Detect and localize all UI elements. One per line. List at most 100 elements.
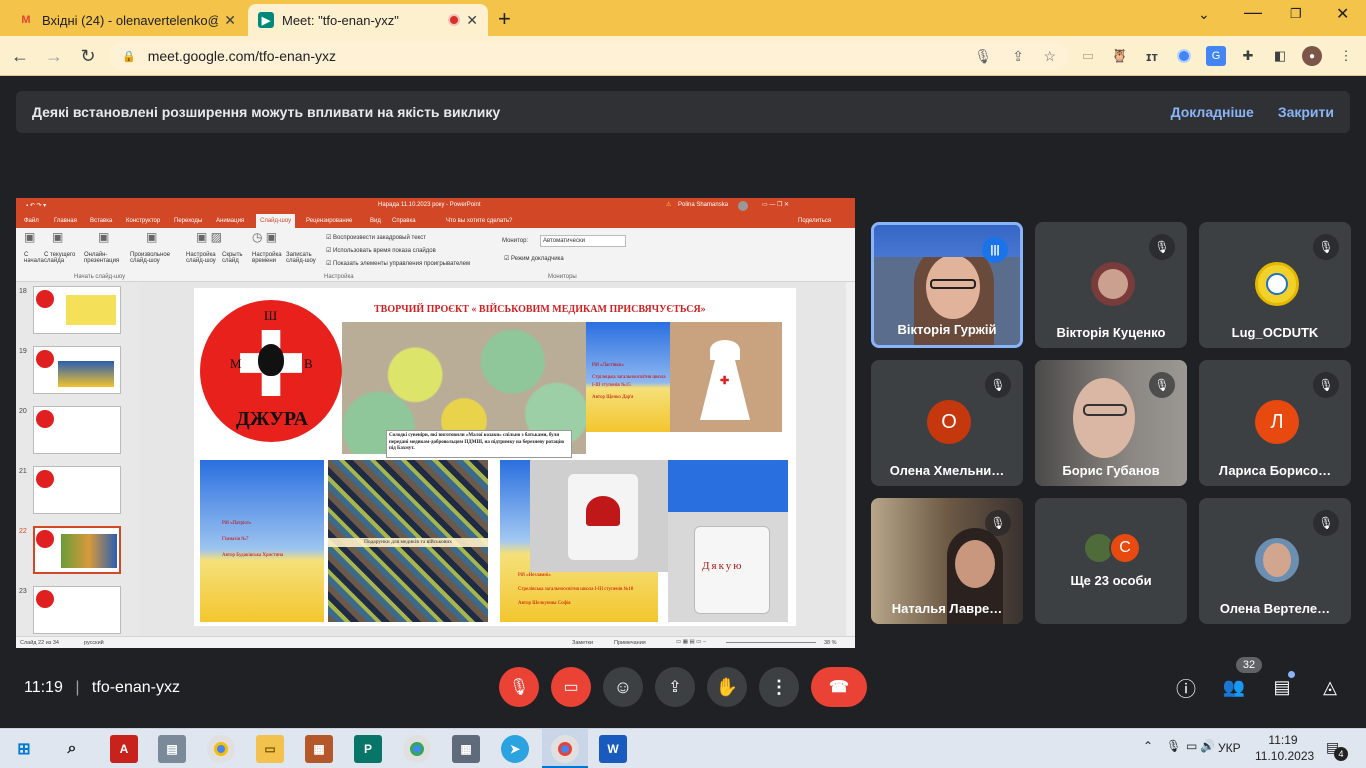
learn-more-link[interactable]: Докладніше (1171, 104, 1254, 120)
participant-name: Лариса Борисо… (1218, 463, 1332, 478)
leave-call-button[interactable]: ☎ (811, 667, 867, 707)
app-icon[interactable]: ▤ (158, 735, 186, 763)
recording-icon (448, 14, 461, 26)
google-translate-icon[interactable]: G (1206, 46, 1226, 66)
slide-title: ТВОРЧИЙ ПРОЄКТ « ВІЙСЬКОВИМ МЕДИКАМ ПРИС… (374, 304, 706, 315)
new-tab-button[interactable]: + (498, 6, 511, 32)
profile-avatar[interactable]: ● (1302, 46, 1322, 66)
participant-tile[interactable]: ||| Вікторія Гуржій (871, 222, 1023, 348)
ppt-tab: Анимация (216, 218, 245, 224)
ppt-tab: Что вы хотите сделать? (446, 218, 513, 224)
calculator-icon[interactable]: ▦ (452, 735, 480, 763)
chrome-icon[interactable] (207, 735, 235, 763)
avatar (1255, 262, 1299, 306)
ppt-ribbon-item: С начала (24, 252, 44, 264)
reload-button[interactable]: ↻ (76, 44, 100, 68)
ppt-group-label: Настройка (324, 274, 354, 280)
acrobat-icon[interactable]: A (110, 735, 138, 763)
more-options-button[interactable]: ⋮ (759, 667, 799, 707)
close-icon[interactable]: ✕ (224, 12, 236, 29)
participant-tile[interactable]: 🎙 Вікторія Куценко (1035, 222, 1187, 348)
notes-label: Заметки (572, 640, 594, 646)
share-icon[interactable]: ⇪ (1012, 48, 1024, 65)
ppt-scrollbar (846, 282, 855, 636)
activities-button[interactable]: ◬ (1317, 674, 1343, 700)
mic-toggle-button[interactable]: 🎙 (499, 667, 539, 707)
raise-hand-button[interactable]: ✋ (707, 667, 747, 707)
search-icon[interactable]: ⌕ (58, 735, 86, 763)
avatar: Л (1255, 400, 1299, 444)
participant-tile[interactable]: 🎙 Олена Вертеле… (1199, 498, 1351, 624)
speaking-indicator-icon: ||| (982, 237, 1008, 263)
participant-tile[interactable]: 🎙 Lug_OCDUTK (1199, 222, 1351, 348)
ribbon-options-icon: ▭ — ❐ ✕ (762, 202, 790, 208)
chrome-icon[interactable] (551, 735, 579, 763)
participant-tile[interactable]: О 🎙 Олена Хмельни… (871, 360, 1023, 486)
tab-title: Вхідні (24) - olenavertelenko@g (42, 12, 219, 28)
close-window-button[interactable]: ✕ (1336, 4, 1349, 24)
mic-off-icon: 🎙 (1313, 510, 1339, 536)
minimize-button[interactable]: — (1244, 2, 1262, 23)
logo-mark (36, 590, 54, 608)
input-language[interactable]: УКР (1218, 741, 1241, 755)
address-bar[interactable]: 🔒 meet.google.com/tfo-enan-yxz 🎙 ⇪ ☆ (110, 41, 1068, 71)
close-icon[interactable]: ✕ (466, 12, 478, 29)
network-icon[interactable]: ▭ (1186, 739, 1197, 753)
close-banner-button[interactable]: Закрити (1278, 104, 1334, 120)
chat-icon: ▤ (1273, 676, 1291, 697)
ppt-monitor-select: Автоматически (540, 235, 626, 247)
custom-show-icon: ▣ (146, 230, 158, 244)
ppt-monitor-label: Монитор: (502, 238, 529, 244)
owl-extension-icon[interactable]: 🦉 (1110, 46, 1130, 66)
camera-toggle-button[interactable]: ▭ (551, 667, 591, 707)
participant-tile[interactable]: 🎙 Борис Губанов (1035, 360, 1187, 486)
circle-extension-icon[interactable] (1174, 46, 1194, 66)
present-icon: ⇪ (668, 679, 682, 696)
more-participants: Ще 23 особи (1070, 573, 1152, 588)
sidepanel-icon[interactable]: ◧ (1270, 46, 1290, 66)
meeting-info: 11:19 | tfo-enan-yxz (24, 679, 180, 696)
volume-icon[interactable]: 🔊 (1200, 739, 1215, 753)
card-line: Автор Шелкунова Софія (518, 601, 571, 606)
participant-tile[interactable]: Л 🎙 Лариса Борисо… (1199, 360, 1351, 486)
card-line: Рій «Патріот» (222, 521, 252, 526)
folder-icon[interactable]: ▭ (256, 735, 284, 763)
participant-tile[interactable]: 🎙 Наталья Лавре… (871, 498, 1023, 624)
card-line: Автор Будаківська Христина (222, 553, 284, 558)
tab-meet[interactable]: ▶ Meet: "tfo-enan-yxz" ✕ (248, 4, 488, 36)
menu-icon[interactable]: ⋮ (1336, 46, 1356, 66)
present-button[interactable]: ⇪ (655, 667, 695, 707)
ppt-ribbon-item: Настройка времени (252, 252, 282, 264)
people-button[interactable]: 👥 (1221, 674, 1247, 700)
start-button[interactable]: ⊞ (10, 735, 38, 763)
cast-icon[interactable]: ▭ (1078, 46, 1098, 66)
chrome-icon[interactable] (403, 735, 431, 763)
publisher-icon[interactable]: P (354, 735, 382, 763)
word-icon[interactable]: W (599, 735, 627, 763)
tab-gmail[interactable]: M Вхідні (24) - olenavertelenko@g ✕ (8, 4, 246, 36)
puzzle-icon[interactable]: ✚ (1238, 46, 1258, 66)
gmail-icon: M (21, 14, 31, 26)
telegram-icon[interactable]: ➤ (501, 735, 529, 763)
forward-button[interactable]: → (42, 44, 66, 68)
microphone-icon[interactable]: 🎙 (974, 48, 992, 65)
warning-icon: ⚠ (666, 202, 672, 208)
clock[interactable]: 11:19 11.10.2023 (1255, 732, 1314, 764)
archive-icon[interactable]: ▦ (305, 735, 333, 763)
tray-mic-icon[interactable]: 🎙 (1166, 739, 1181, 753)
avatar: О (927, 400, 971, 444)
restore-button[interactable]: ❐ (1290, 6, 1302, 22)
thumb-number: 23 (19, 588, 27, 595)
participant-name: Вікторія Гуржій (897, 322, 997, 337)
ppt-ribbon-item: Настройка слайд-шоу (186, 252, 216, 264)
reactions-button[interactable]: ☺ (603, 667, 643, 707)
star-icon[interactable]: ☆ (1043, 48, 1056, 65)
info-button[interactable]: ⓘ (1173, 674, 1199, 701)
tab-search-icon[interactable]: ⌄ (1198, 6, 1210, 23)
participant-tile[interactable]: С Ще 23 особи (1035, 498, 1187, 624)
extension-warning-banner: Деякі встановлені розширення можуть впли… (16, 91, 1350, 133)
back-button[interactable]: ← (8, 44, 32, 68)
online-present-icon: ▣ (98, 230, 110, 244)
tray-expand-icon[interactable]: ⌃ (1143, 739, 1153, 753)
translate-extension-icon[interactable]: ɪᴛ (1142, 46, 1162, 66)
